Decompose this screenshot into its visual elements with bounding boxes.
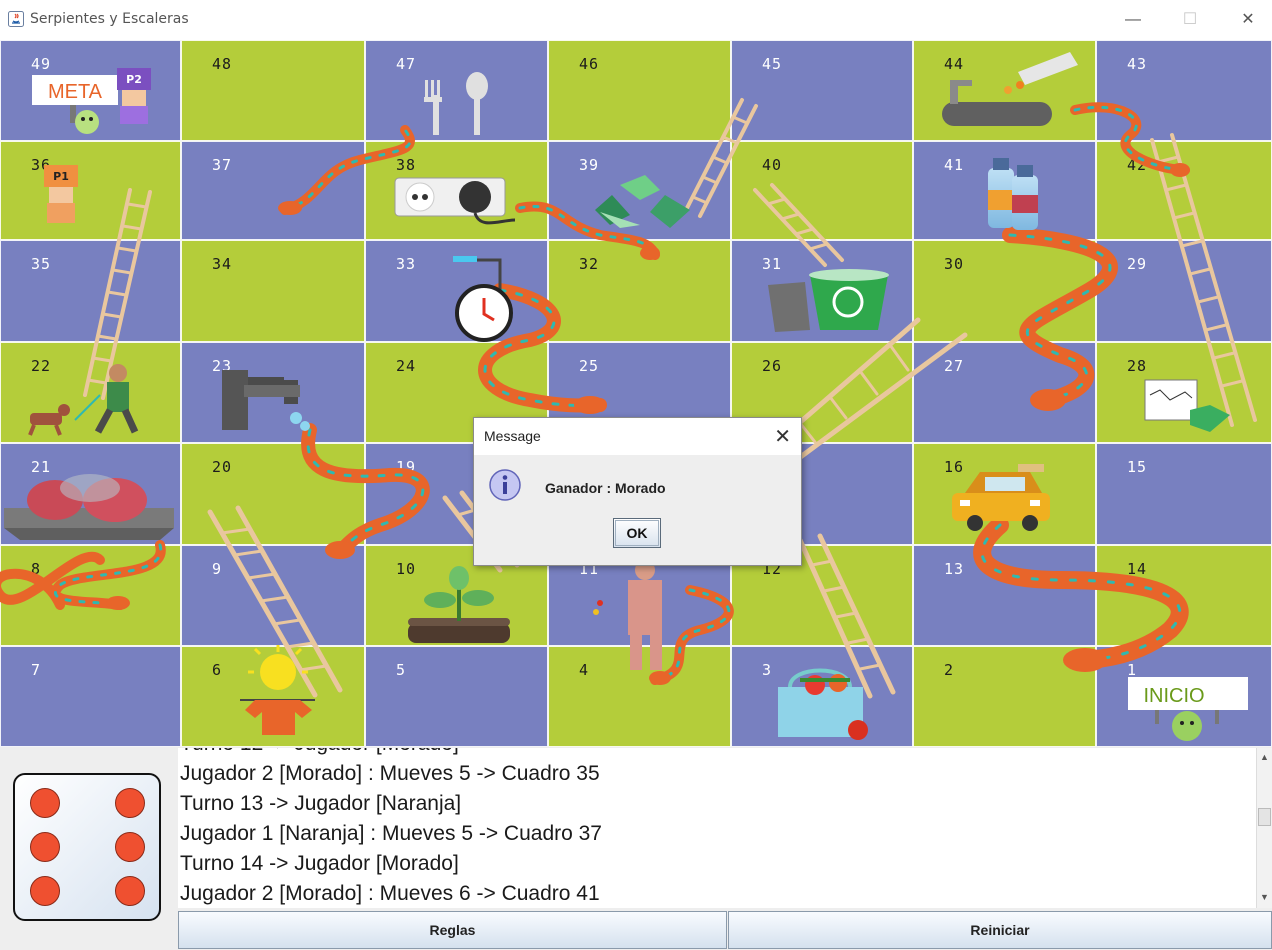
water-bottles-icon (988, 158, 1038, 230)
log-scrollbar[interactable]: ▲ ▼ (1256, 748, 1272, 908)
outlet-icon (394, 177, 516, 225)
maximize-button[interactable]: ☐ (1173, 8, 1207, 32)
board-decorations: META INICIO P2 P1 (0, 52, 1257, 741)
dog-walker-icon (28, 364, 139, 436)
meta-sign: META (32, 75, 118, 134)
snake (973, 516, 1189, 672)
person-littering-icon (593, 560, 662, 670)
log-line: Turno 14 -> Jugador [Morado] (180, 852, 459, 875)
java-app-icon (8, 11, 24, 27)
log-line: Jugador 2 [Morado] : Mueves 5 -> Cuadro … (180, 762, 600, 785)
dialog-close-button[interactable]: ✕ (774, 424, 791, 449)
meta-sign-text: META (48, 81, 103, 103)
dialog-message: Ganador : Morado (545, 480, 666, 496)
shopping-bag-icon (778, 668, 868, 740)
player-1-token: P1 (44, 165, 78, 223)
scroll-up-arrow-icon[interactable]: ▲ (1260, 752, 1269, 762)
snake (278, 125, 415, 215)
close-window-button[interactable]: ✕ (1231, 8, 1265, 32)
dialog-header: Message ✕ (474, 418, 801, 455)
message-dialog: Message ✕ Ganador : Morado OK (473, 417, 802, 566)
game-board: 49 48 47 46 45 44 43 36 37 38 39 40 41 42 35 34 33 32 31 30… (0, 40, 1272, 747)
plant-icon (408, 566, 510, 643)
dice-pip (115, 832, 145, 862)
ok-button[interactable]: OK (613, 518, 661, 548)
inicio-sign-text: INICIO (1143, 685, 1204, 707)
player-2-token: P2 (117, 68, 151, 124)
dice-pip (30, 832, 60, 862)
dialog-title: Message (484, 428, 541, 444)
ladder (753, 183, 844, 267)
restart-button[interactable]: Reiniciar (728, 911, 1272, 949)
shower-timer-icon (453, 256, 513, 342)
scroll-thumb[interactable] (1258, 808, 1271, 826)
snake (515, 201, 660, 260)
info-icon (489, 469, 521, 501)
snake (0, 540, 166, 610)
game-log: Turno 12 -> Jugador [Morado] Jugador 2 [M… (178, 748, 1256, 908)
dice-pip (30, 788, 60, 818)
ladder (684, 98, 758, 218)
dice (13, 773, 161, 921)
inicio-sign: INICIO (1128, 677, 1248, 741)
player-1-label: P1 (53, 170, 69, 183)
snake (1002, 227, 1118, 411)
sun-shirt-icon (240, 645, 315, 735)
recycle-bin-icon (768, 269, 889, 332)
minimize-button[interactable]: — (1116, 8, 1150, 32)
window-title: Serpientes y Escaleras (30, 11, 189, 27)
scroll-down-arrow-icon[interactable]: ▼ (1260, 892, 1269, 902)
sink-icon (942, 52, 1078, 126)
paper-recycle-icon (1144, 379, 1230, 432)
snake (301, 423, 430, 559)
title-bar: Serpientes y Escaleras — ☐ ✕ (0, 0, 1272, 40)
player-2-label: P2 (126, 73, 142, 86)
rules-button[interactable]: Reglas (178, 911, 727, 949)
fork-spoon-icon (424, 72, 488, 135)
car-wash-icon (952, 464, 1050, 531)
log-line: Turno 12 -> Jugador [Morado] (180, 748, 459, 756)
dice-pip (115, 788, 145, 818)
faucet-icon (222, 370, 310, 431)
log-line: Jugador 1 [Naranja] : Mueves 5 -> Cuadro… (180, 822, 602, 845)
dice-pip (30, 876, 60, 906)
recycle-icon (595, 175, 690, 228)
log-line: Jugador 2 [Morado] : Mueves 6 -> Cuadro … (180, 882, 600, 905)
log-line: Turno 13 -> Jugador [Naranja] (180, 792, 462, 815)
dice-pip (115, 876, 145, 906)
apples-tray-icon (4, 474, 174, 540)
